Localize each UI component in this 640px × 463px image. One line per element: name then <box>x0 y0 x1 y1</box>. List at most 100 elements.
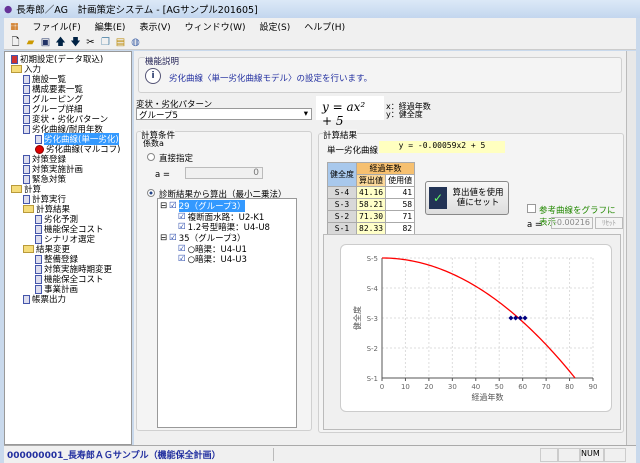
doc-icon <box>23 75 30 84</box>
conditions-group: 計算条件 係数a 直接指定 a = 0 診断結果から算出（最小二乗法） ⊟☑29… <box>136 131 312 431</box>
group-tree[interactable]: ⊟☑29（グループ3） ☑複断面水路：U2-K1 ☑1.2号型暗渠：U4-U8 … <box>157 198 297 428</box>
menu-window[interactable]: ウィンドウ(W) <box>185 20 246 33</box>
results-group: 計算結果 単一劣化曲線 y = -0.00059x2 + 5 健全度経過年数 算… <box>318 133 624 433</box>
calc-cell: 58.21 <box>357 199 386 211</box>
health-cell: S-1 <box>328 223 357 235</box>
x-tick-label: 30 <box>448 383 457 391</box>
pattern-select[interactable]: グループ5▾ <box>136 108 312 120</box>
x-tick-label: 20 <box>424 383 433 391</box>
data-point <box>508 316 513 321</box>
doc-icon <box>35 225 42 234</box>
a-input[interactable]: 0 <box>185 167 263 179</box>
health-header: 健全度 <box>328 163 357 187</box>
set-values-label: 算出値を使用値にセット <box>451 188 505 208</box>
years-header: 経過年数 <box>357 163 415 175</box>
reset-button[interactable]: ﾘｾｯﾄ <box>595 217 623 229</box>
menu-file[interactable]: ファイル(F) <box>33 20 81 33</box>
x-tick-label: 10 <box>401 383 410 391</box>
menu-view[interactable]: 表示(V) <box>139 20 170 33</box>
folder-icon <box>23 205 34 213</box>
y-tick-label: S-3 <box>367 315 378 323</box>
info-group: 機能説明 i 劣化曲線〈単一劣化曲線モデル〉の設定を行います。 <box>138 57 622 93</box>
arrow-down-icon[interactable]: 🡇 <box>70 37 81 48</box>
use-cell[interactable]: 41 <box>386 187 415 199</box>
toolbar: 🗋 ▰ ▣ 🡅 🡇 ✂ ❐ ▤ ◍ <box>4 35 636 50</box>
status-pane <box>604 448 626 462</box>
doc-icon <box>35 255 42 264</box>
y-tick-label: S-5 <box>367 255 378 263</box>
window-title: 長寿郎／AG 計画策定システム - [AGサンプル201605] <box>16 2 257 16</box>
doc-icon <box>35 215 42 224</box>
ref-a-input[interactable]: -0.00216 <box>551 217 593 229</box>
menu-settings[interactable]: 設定(S) <box>260 20 291 33</box>
doc-icon <box>23 155 30 164</box>
y-tick-label: S-1 <box>367 375 378 383</box>
menu-edit[interactable]: 編集(E) <box>95 20 126 33</box>
use-cell[interactable]: 71 <box>386 211 415 223</box>
info-text: 劣化曲線〈単一劣化曲線モデル〉の設定を行います。 <box>169 72 372 84</box>
cut-icon[interactable]: ✂ <box>85 37 96 48</box>
open-folder-icon[interactable]: ▰ <box>25 37 36 48</box>
x-tick-label: 80 <box>565 383 574 391</box>
set-values-button[interactable]: ✓ 算出値を使用値にセット <box>425 181 509 215</box>
new-file-icon[interactable]: 🗋 <box>10 37 21 48</box>
doc-icon <box>35 275 42 284</box>
group-child[interactable]: ○暗渠：U4-U3 <box>188 253 247 265</box>
table-row: S-441.1641 <box>328 187 415 199</box>
copy-icon[interactable]: ❐ <box>100 37 111 48</box>
diag-radio[interactable] <box>147 189 155 197</box>
num-lock-indicator: NUM <box>580 448 604 462</box>
x-tick-label: 50 <box>495 383 504 391</box>
health-cell: S-2 <box>328 211 357 223</box>
doc-icon <box>23 85 30 94</box>
use-cell[interactable]: 82 <box>386 223 415 235</box>
info-icon: i <box>145 68 161 84</box>
table-row: S-182.3382 <box>328 223 415 235</box>
y-note: y：健全度 <box>386 109 423 120</box>
vertical-scrollbar[interactable] <box>626 51 636 445</box>
arrow-up-icon[interactable]: 🡅 <box>55 37 66 48</box>
tree-item-label: 帳票出力 <box>32 293 66 305</box>
app-icon: ● <box>4 4 12 15</box>
calc-cell: 71.30 <box>357 211 386 223</box>
calc-cell: 41.16 <box>357 187 386 199</box>
doc-icon <box>23 105 30 114</box>
status-text: 000000001_長寿郎ＡＧサンプル（機能保全計画） <box>4 448 274 461</box>
pattern-value: グループ5 <box>139 111 178 121</box>
title-bar: ● 長寿郎／AG 計画策定システム - [AGサンプル201605] <box>0 0 640 18</box>
data-point <box>523 316 528 321</box>
doc-icon <box>23 125 30 134</box>
menu-help[interactable]: ヘルプ(H) <box>304 20 345 33</box>
x-tick-label: 40 <box>471 383 480 391</box>
ref-curve-checkbox[interactable] <box>527 204 536 213</box>
deterioration-chart: 0102030405060708090S-1S-2S-3S-4S-5経過年数健全… <box>341 245 613 413</box>
data-point <box>518 316 523 321</box>
results-heading: 計算結果 <box>323 129 357 141</box>
chart-container: 0102030405060708090S-1S-2S-3S-4S-5経過年数健全… <box>323 234 621 430</box>
use-cell[interactable]: 58 <box>386 199 415 211</box>
navigation-tree[interactable]: 初期設定(データ取込)入力施設一覧構成要素一覧グルーピンググループ詳細変状・劣化… <box>4 51 132 445</box>
save-icon[interactable]: ▣ <box>40 37 51 48</box>
calc-cell: 82.33 <box>357 223 386 235</box>
formula: y = ax² + 5 <box>316 96 384 120</box>
ref-a-label: a = <box>527 220 542 230</box>
globe-icon[interactable]: ◍ <box>130 37 141 48</box>
info-heading: 機能説明 <box>145 55 179 67</box>
direct-radio[interactable] <box>147 153 155 161</box>
status-pane <box>540 448 558 462</box>
x-tick-label: 90 <box>589 383 598 391</box>
paste-icon[interactable]: ▤ <box>115 37 126 48</box>
curve-label: 単一劣化曲線 <box>327 144 378 156</box>
doc-icon <box>23 95 30 104</box>
status-bar: 000000001_長寿郎ＡＧサンプル（機能保全計画） NUM <box>4 445 636 463</box>
folder-icon <box>11 185 22 193</box>
doc-icon <box>23 115 30 124</box>
x-tick-label: 70 <box>542 383 551 391</box>
folder-icon <box>11 65 22 73</box>
status-pane <box>558 448 580 462</box>
menu-app-icon[interactable]: ▦ <box>10 22 19 32</box>
y-axis-label: 健全度 <box>352 306 362 330</box>
chart-frame: 0102030405060708090S-1S-2S-3S-4S-5経過年数健全… <box>340 244 612 412</box>
coef-label: 係数a <box>143 138 164 149</box>
tree-item[interactable]: 帳票出力 <box>23 294 66 304</box>
